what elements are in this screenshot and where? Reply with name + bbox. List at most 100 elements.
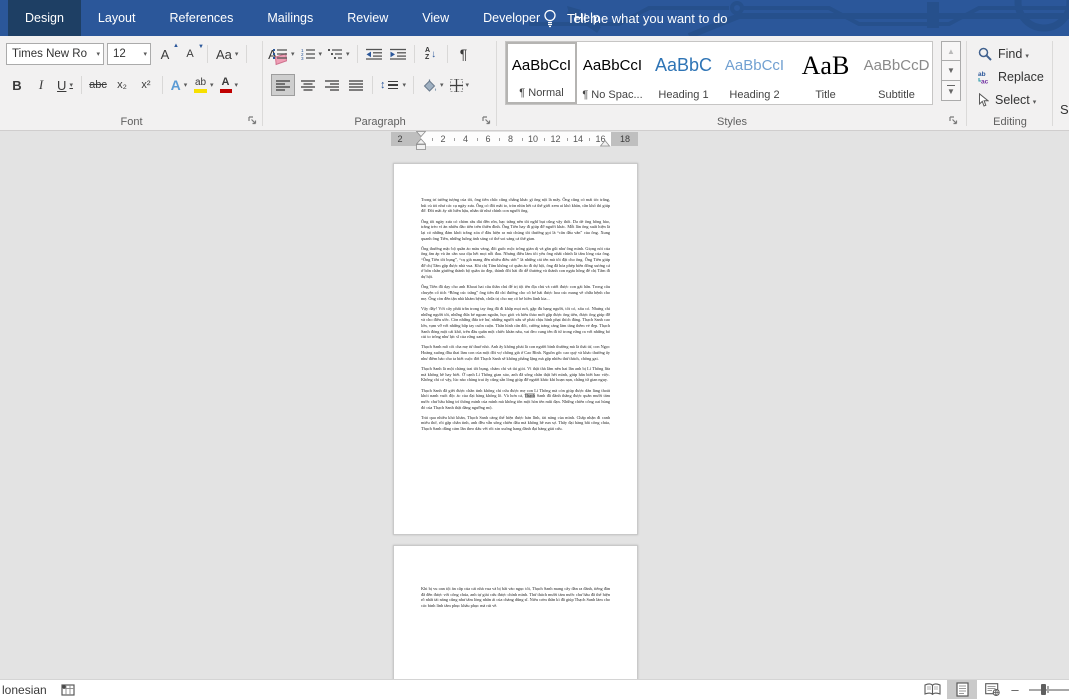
bullets-button[interactable] bbox=[271, 43, 297, 65]
gallery-expand-button[interactable]: ▼ bbox=[941, 81, 961, 101]
hanging-indent-marker bbox=[417, 139, 426, 144]
ruler-tick bbox=[589, 138, 590, 141]
indent-markers[interactable] bbox=[416, 131, 426, 152]
italic-button[interactable]: I bbox=[30, 74, 52, 96]
font-size-combo[interactable]: 12 bbox=[107, 43, 151, 65]
style-sample: AaBbCcD bbox=[864, 42, 930, 89]
paragraph-dialog-launcher[interactable] bbox=[481, 115, 492, 126]
right-indent-marker[interactable] bbox=[600, 139, 610, 147]
web-layout-button[interactable] bbox=[977, 680, 1007, 699]
style-card--normal[interactable]: AaBbCcI¶ Normal bbox=[506, 42, 577, 104]
align-left-button[interactable] bbox=[271, 74, 295, 96]
superscript-glyph: x² bbox=[141, 79, 150, 91]
sort-a-glyph: A bbox=[425, 47, 430, 54]
justify-button[interactable] bbox=[345, 74, 367, 96]
document-paragraph[interactable]: Trải qua nhiều khó khăn, Thạch Sanh càng… bbox=[421, 415, 610, 432]
ruler-number: 4 bbox=[463, 133, 468, 145]
text-run: Ông tôi ngày xưa có chòm râu dài đến rốn… bbox=[421, 219, 610, 241]
horizontal-ruler: 2 18 246810121416 bbox=[391, 132, 638, 146]
text-run: Thạch Sanh là một chàng trai tốt bụng, c… bbox=[421, 366, 610, 382]
styles-dialog-launcher[interactable] bbox=[948, 115, 959, 126]
subscript-button[interactable]: x₂ bbox=[111, 74, 133, 96]
increase-indent-icon bbox=[390, 48, 406, 60]
tab-layout[interactable]: Layout bbox=[81, 0, 153, 36]
zoom-out-button[interactable]: – bbox=[1007, 682, 1023, 697]
shrink-font-button[interactable]: A bbox=[179, 43, 201, 65]
print-layout-button[interactable] bbox=[947, 680, 977, 699]
tab-design[interactable]: Design bbox=[8, 0, 81, 36]
shading-button[interactable] bbox=[419, 74, 446, 96]
align-right-button[interactable] bbox=[321, 74, 343, 96]
separator bbox=[414, 45, 415, 63]
font-size-value: 12 bbox=[113, 48, 126, 60]
tab-view[interactable]: View bbox=[405, 0, 466, 36]
italic-glyph: I bbox=[39, 77, 43, 93]
document-paragraph[interactable]: Thạch Sanh đã giết được chằn tinh không … bbox=[421, 388, 610, 411]
borders-button[interactable] bbox=[448, 74, 472, 96]
multilevel-list-button[interactable] bbox=[326, 43, 352, 65]
font-dialog-launcher[interactable] bbox=[247, 115, 258, 126]
show-formatting-button[interactable]: ¶ bbox=[453, 43, 475, 65]
zoom-slider[interactable] bbox=[1029, 680, 1069, 699]
language-indicator[interactable]: lonesian bbox=[2, 683, 47, 697]
macro-record-icon[interactable] bbox=[61, 684, 75, 696]
increase-indent-button[interactable] bbox=[387, 43, 409, 65]
ruler-number: 8 bbox=[508, 133, 513, 145]
grow-font-glyph: A bbox=[161, 47, 170, 62]
style-card-heading-2[interactable]: AaBbCcIHeading 2 bbox=[719, 42, 790, 104]
text-effects-button[interactable]: A bbox=[168, 74, 190, 96]
change-case-button[interactable]: Aa bbox=[214, 43, 240, 65]
find-label: Find bbox=[998, 47, 1029, 61]
status-bar: lonesian bbox=[0, 679, 1069, 700]
font-name-combo[interactable]: Times New Ro bbox=[6, 43, 104, 65]
line-spacing-button[interactable]: ↕ bbox=[378, 74, 408, 96]
strikethrough-button[interactable]: abc bbox=[87, 74, 109, 96]
gallery-scroll-down-button[interactable]: ▼ bbox=[941, 61, 961, 81]
grow-font-button[interactable]: A bbox=[154, 43, 176, 65]
justify-icon bbox=[349, 80, 363, 91]
underline-button[interactable]: U bbox=[54, 74, 76, 96]
decrease-indent-button[interactable] bbox=[363, 43, 385, 65]
document-paragraph[interactable]: Thạch Sanh là một chàng trai tốt bụng, c… bbox=[421, 366, 610, 383]
bold-button[interactable]: B bbox=[6, 74, 28, 96]
find-button[interactable]: Find bbox=[978, 44, 1029, 64]
ruler-tick bbox=[522, 138, 523, 141]
separator bbox=[162, 76, 163, 94]
document-paragraph[interactable]: Ông Tiên đã dạy cho anh Khoai hai câu th… bbox=[421, 284, 610, 301]
document-paragraph[interactable]: Khi bị vu oan tội ăn cắp của cải nhà vua… bbox=[421, 586, 610, 609]
sort-button[interactable]: AZ ↓ bbox=[420, 43, 442, 65]
document-paragraph[interactable]: Vậy đấy! Với cây phất trần trong tay ông… bbox=[421, 306, 610, 340]
style-card-heading-1[interactable]: AaBbCHeading 1 bbox=[648, 42, 719, 104]
ruler-tick bbox=[477, 138, 478, 141]
ruler-margin-number: 2 bbox=[397, 133, 402, 145]
read-mode-button[interactable] bbox=[917, 680, 947, 699]
tab-mailings[interactable]: Mailings bbox=[250, 0, 330, 36]
font-color-button[interactable]: A bbox=[218, 74, 241, 96]
zoom-slider-handle[interactable] bbox=[1041, 684, 1046, 695]
gallery-scroll-up-button[interactable]: ▲ bbox=[941, 41, 961, 61]
document-paragraph[interactable]: Trong trí tưởng tượng của tôi, ông tiên … bbox=[421, 197, 610, 214]
bold-glyph: B bbox=[12, 78, 21, 93]
align-center-button[interactable] bbox=[297, 74, 319, 96]
style-card-title[interactable]: AaBTitle bbox=[790, 42, 861, 104]
superscript-button[interactable]: x² bbox=[135, 74, 157, 96]
tab-review[interactable]: Review bbox=[330, 0, 405, 36]
document-paragraph[interactable]: Thạch Sanh mồ côi cha mẹ từ thuở nhỏ. An… bbox=[421, 344, 610, 361]
text-highlight-button[interactable]: ab bbox=[192, 74, 216, 96]
ruler-number: 10 bbox=[528, 133, 538, 145]
tab-references[interactable]: References bbox=[152, 0, 250, 36]
style-card-subtitle[interactable]: AaBbCcDSubtitle bbox=[861, 42, 932, 104]
tell-me-box[interactable]: Tell me what you want to do bbox=[543, 0, 727, 36]
numbering-button[interactable]: 123 bbox=[299, 43, 325, 65]
sort-arrow-icon: ↓ bbox=[431, 49, 436, 60]
style-card--no-spac-[interactable]: AaBbCcI¶ No Spac... bbox=[577, 42, 648, 104]
document-paragraph[interactable]: Ông tôi ngày xưa có chòm râu dài đến rốn… bbox=[421, 219, 610, 242]
separator bbox=[372, 76, 373, 94]
svg-text:ac: ac bbox=[981, 79, 989, 85]
page-2[interactable]: Khi bị vu oan tội ăn cắp của cải nhà vua… bbox=[393, 545, 638, 680]
document-paragraph[interactable]: Ông thường mặc bộ quần áo màu vàng, đôi … bbox=[421, 246, 610, 280]
selected-word: Thạch bbox=[525, 393, 536, 398]
replace-button[interactable]: ab ac Replace bbox=[978, 67, 1044, 87]
select-button[interactable]: Select bbox=[978, 90, 1036, 110]
page-1[interactable]: Trong trí tưởng tượng của tôi, ông tiên … bbox=[393, 163, 638, 535]
